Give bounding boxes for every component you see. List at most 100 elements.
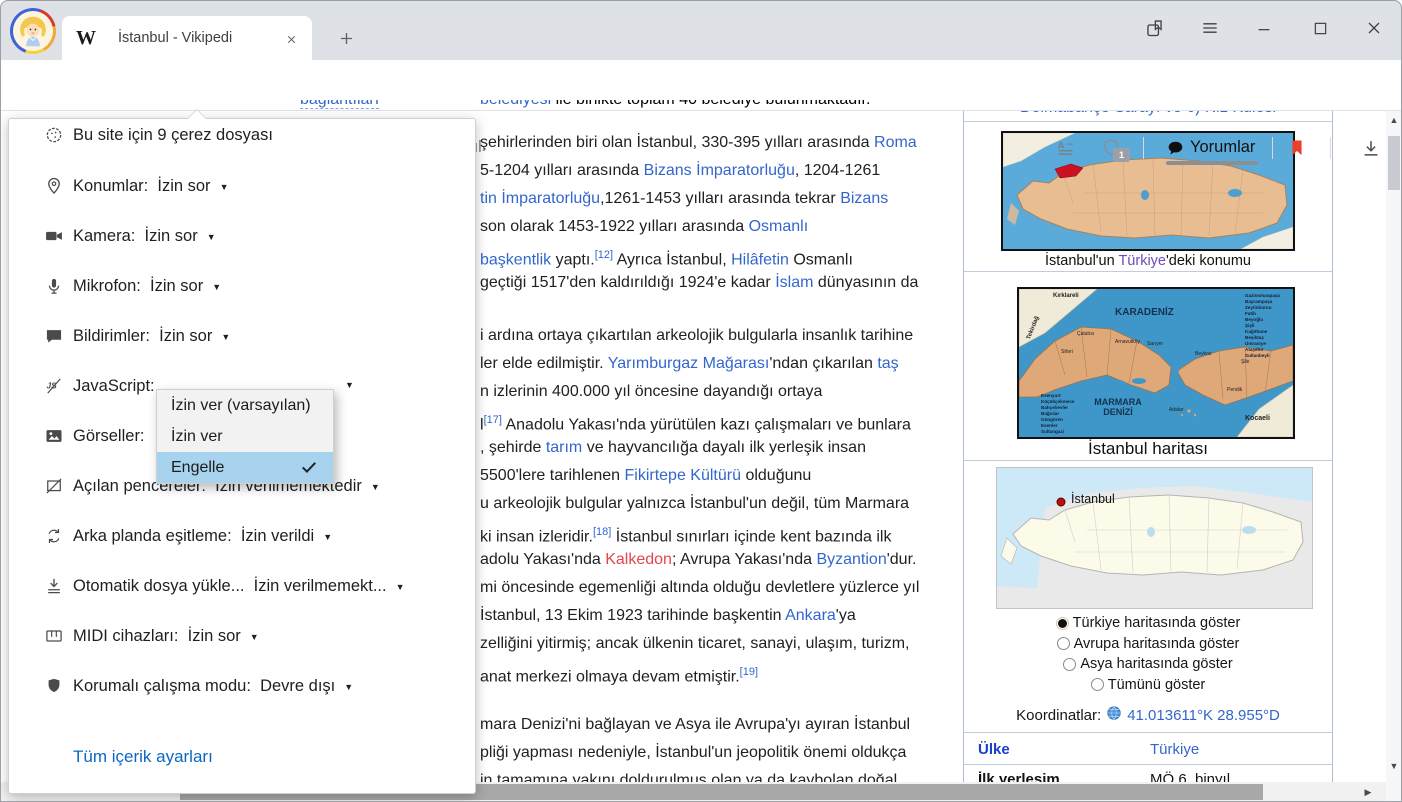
permission-label: Mikrofon: İzin sor▼ (73, 277, 221, 296)
turkiye-link[interactable]: Türkiye (1118, 253, 1166, 269)
map-radio-1[interactable]: Türkiye haritasında göster (964, 615, 1332, 631)
popup-icon (43, 476, 65, 496)
map-radio-4[interactable]: Tümünü göster (964, 677, 1332, 693)
comments-bubble-icon[interactable] (1160, 133, 1190, 163)
article-text-run: zelliğini yitirmiş; ancak ülkenin ticare… (480, 635, 909, 652)
turkey-marker-map[interactable]: İstanbul (996, 467, 1313, 609)
radio-icon[interactable] (1063, 658, 1076, 671)
reference-link[interactable]: [18] (593, 526, 611, 538)
article-link[interactable]: Fikirtepe Kültürü (625, 467, 742, 484)
menu-item-i-zin-ver[interactable]: İzin ver (157, 421, 333, 452)
permission-row-camera[interactable]: Kamera: İzin sor▼ (9, 219, 475, 253)
immersive-reader-icon[interactable]: A (1050, 133, 1080, 163)
article-link[interactable]: Ankara (785, 607, 836, 624)
dropdown-caret-icon[interactable]: ▼ (345, 380, 354, 390)
permission-row-notifications[interactable]: Bildirimler: İzin sor▼ (9, 319, 475, 353)
article-link[interactable]: Bizans (840, 190, 888, 207)
minimize-button[interactable] (1250, 14, 1278, 42)
article-link[interactable]: başkentlik (480, 251, 551, 268)
permission-row-shield-filled[interactable]: Korumalı çalışma modu: Devre dışı▼ (9, 669, 475, 703)
menu-icon[interactable] (1196, 14, 1224, 42)
article-line: adolu Yakası'nda Kalkedon; Avrupa Yakası… (480, 546, 958, 574)
article-line: ki insan izleridir.[18] İstanbul sınırla… (480, 518, 958, 546)
article-link[interactable]: Hilâfetin (731, 251, 789, 268)
permission-row-sync[interactable]: Arka planda eşitleme: İzin verildi▼ (9, 519, 475, 553)
article-link[interactable]: Osmanlı (749, 218, 809, 235)
dropdown-caret-icon[interactable]: ▼ (323, 532, 332, 542)
article-link[interactable]: belediyesi (480, 100, 551, 108)
permission-row-microphone[interactable]: Mikrofon: İzin sor▼ (9, 269, 475, 303)
dropdown-caret-icon[interactable]: ▼ (220, 182, 229, 192)
close-window-button[interactable] (1360, 14, 1388, 42)
article-text-run: adolu Yakası'nda (480, 551, 605, 568)
menu-item-engelle[interactable]: Engelle (157, 452, 333, 483)
shield-filled-icon (43, 676, 65, 696)
scroll-down-arrow[interactable]: ▼ (1386, 758, 1402, 774)
radio-icon[interactable] (1057, 637, 1070, 650)
menu-item-i-zin-ver-varsay-lan-[interactable]: İzin ver (varsayılan) (157, 390, 333, 421)
javascript-permission-menu: İzin ver (varsayılan) İzin ver Engelle (156, 389, 334, 484)
dropdown-caret-icon[interactable]: ▼ (250, 632, 259, 642)
notifications-icon (43, 326, 65, 346)
comments-button-label[interactable]: Yorumlar (1190, 138, 1255, 157)
article-text-run: n izlerinin 400.000 yıl öncesine dayandı… (480, 383, 822, 400)
permission-row-midi[interactable]: MIDI cihazları: İzin sor▼ (9, 619, 475, 653)
radio-selected-icon[interactable] (1056, 617, 1069, 630)
sync-icon (43, 526, 65, 546)
collections-icon[interactable] (1140, 14, 1168, 42)
dropdown-caret-icon[interactable]: ▼ (371, 482, 380, 492)
radio-icon[interactable] (1091, 678, 1104, 691)
dropdown-caret-icon[interactable]: ▼ (344, 682, 353, 692)
article-link[interactable]: Yarımburgaz Mağarası (608, 355, 770, 372)
article-link[interactable]: Roma (874, 134, 917, 151)
article-link[interactable]: İslam (775, 274, 813, 291)
clipped-link[interactable]: bağlantıları (300, 100, 379, 109)
reference-link[interactable]: [17] (484, 414, 502, 426)
map-radio-2[interactable]: Avrupa haritasında göster (964, 636, 1332, 652)
dropdown-caret-icon[interactable]: ▼ (396, 582, 405, 592)
article-link[interactable]: tarım (546, 439, 582, 456)
all-content-settings-link[interactable]: Tüm içerik ayarları (73, 747, 213, 767)
article-link[interactable]: taş (877, 355, 898, 372)
article-link[interactable]: Byzantion (816, 551, 886, 568)
article-link[interactable]: Bizans İmparatorluğu (644, 162, 795, 179)
article-text-run: mara Denizi'ni bağlayan ve Asya ile Avru… (480, 716, 910, 733)
bookmark-ribbon-icon[interactable] (1282, 133, 1312, 163)
map1-caption: İstanbul'un Türkiye'deki konumu (964, 253, 1332, 269)
dropdown-caret-icon[interactable]: ▼ (221, 332, 230, 342)
article-line: 5500'lere tarihlenen Fikirtepe Kültürü o… (480, 462, 958, 490)
permission-row-location[interactable]: Konumlar: İzin sor▼ (9, 169, 475, 203)
browser-tab[interactable]: W İstanbul - Vikipedi (62, 16, 312, 60)
reference-link[interactable]: [12] (595, 249, 613, 261)
istanbul-district-map[interactable]: KARADENİZ MARMARA DENİZİ Kırklareli Teki… (1017, 287, 1295, 439)
map2-interior-labels: SilivriÇatalcaArnavutköySarıyerBeykozŞil… (1019, 289, 1293, 437)
scroll-right-arrow[interactable]: ▶ (1360, 784, 1376, 800)
menu-item-label: İzin ver (171, 428, 223, 446)
district-label: Beykoz (1195, 351, 1211, 357)
article-line: u arkeolojik bulgular yalnızca İstanbul'… (480, 490, 958, 518)
camera-icon (43, 226, 65, 246)
menu-item-label: Engelle (171, 459, 224, 477)
article-text-run: anat merkezi olmaya devam etmiştir. (480, 668, 740, 685)
infobox-row-value[interactable]: Türkiye (1150, 741, 1199, 758)
coordinates-link[interactable]: 41.013611°K 28.955°D (1127, 707, 1280, 724)
vertical-scrollbar[interactable] (1386, 110, 1402, 802)
map-radio-3[interactable]: Asya haritasında göster (964, 656, 1332, 672)
profile-avatar[interactable] (10, 8, 56, 54)
vertical-scrollbar-thumb[interactable] (1388, 136, 1400, 190)
scroll-up-arrow[interactable]: ▲ (1386, 112, 1402, 128)
cookies-link[interactable]: Bu site için 9 çerez dosyası (73, 126, 273, 145)
dropdown-caret-icon[interactable]: ▼ (212, 282, 221, 292)
downloads-icon[interactable] (1356, 133, 1386, 163)
article-red-link[interactable]: Kalkedon (605, 551, 672, 568)
tab-close-icon[interactable] (280, 28, 302, 50)
maximize-button[interactable] (1306, 14, 1334, 42)
dropdown-caret-icon[interactable]: ▼ (207, 232, 216, 242)
permission-row-autodownload[interactable]: Otomatik dosya yükle... İzin verilmemekt… (9, 569, 475, 603)
reference-link[interactable]: [19] (740, 666, 758, 678)
article-link[interactable]: tin İmparatorluğu (480, 190, 600, 207)
article-text-run: , 1204-1261 (795, 162, 880, 179)
infobox-row-label[interactable]: Ülke (978, 741, 1138, 758)
article-line: geçtiği 1517'den kaldırıldığı 1924'e kad… (480, 269, 958, 297)
new-tab-button[interactable] (334, 26, 358, 50)
